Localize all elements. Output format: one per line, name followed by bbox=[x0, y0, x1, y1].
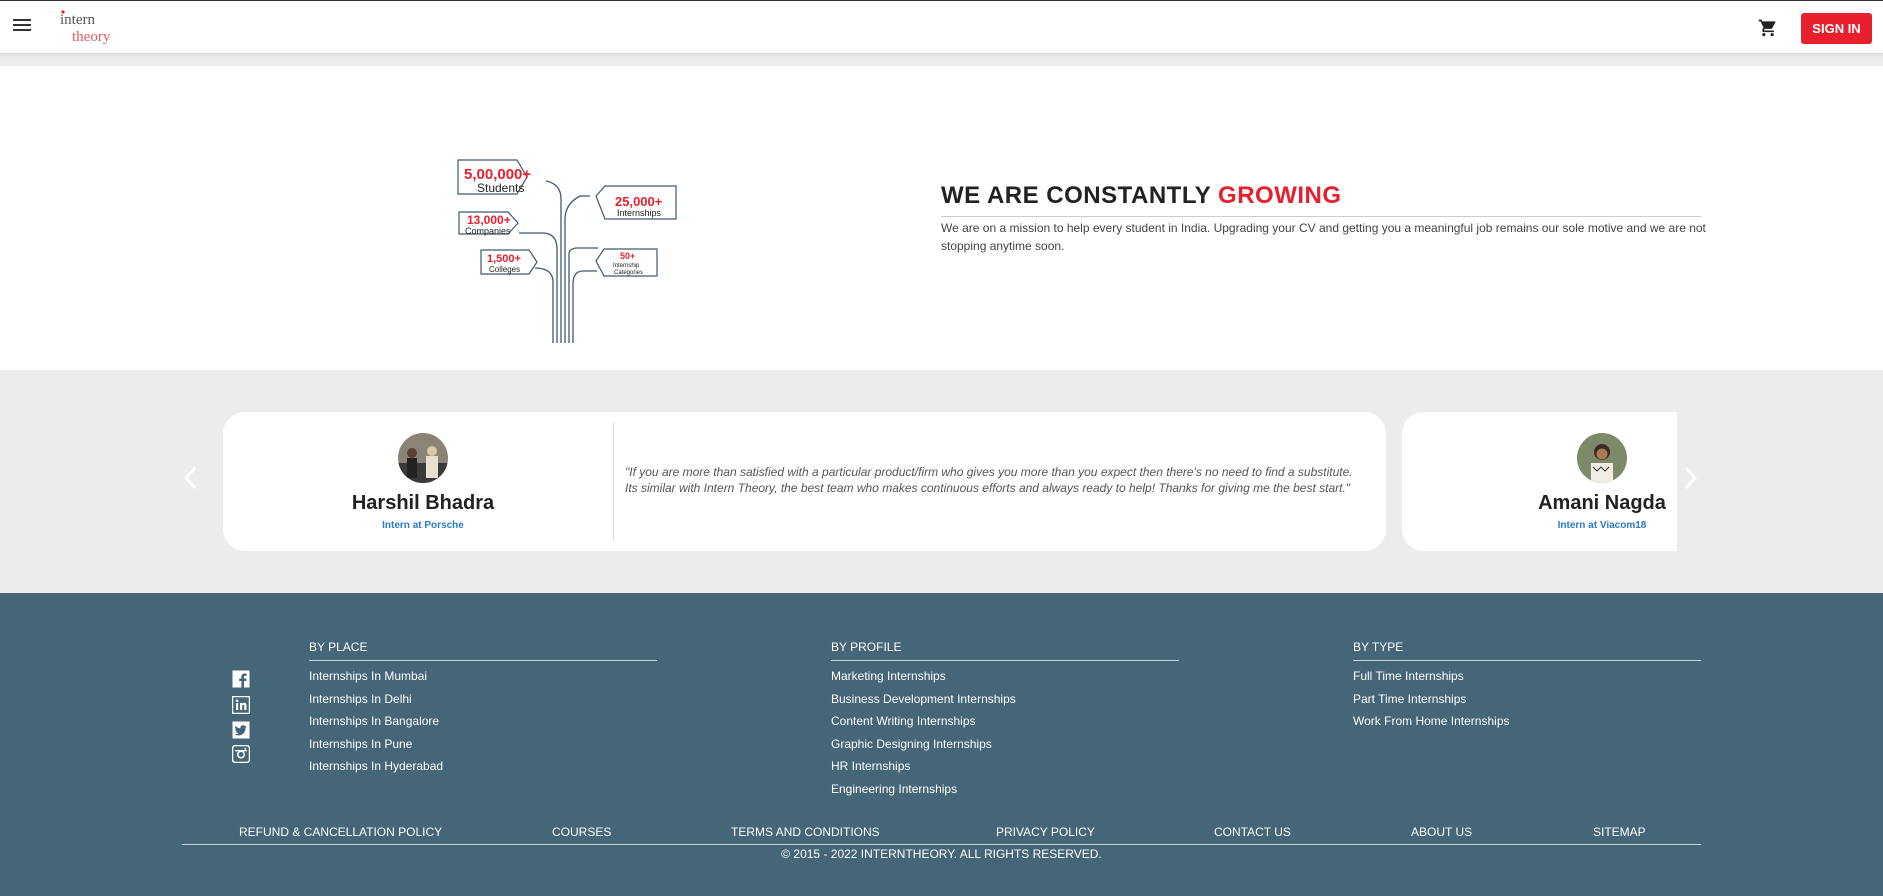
linkedin-icon[interactable] bbox=[232, 696, 250, 714]
avatar bbox=[1577, 433, 1627, 483]
contact-us-link[interactable]: CONTACT US bbox=[1214, 825, 1291, 839]
divider bbox=[613, 422, 614, 541]
sitemap-link[interactable]: SITEMAP bbox=[1593, 825, 1646, 839]
footer-column-profile: BY PROFILE Marketing Internships Busines… bbox=[831, 640, 1179, 800]
testimonial-card: Amani Nagda Intern at Viacom18 bbox=[1402, 412, 1677, 551]
chevron-left-icon[interactable] bbox=[180, 463, 200, 493]
stat-colleges-value: 1,500+ bbox=[487, 253, 521, 265]
footer-link[interactable]: Internships In Bangalore bbox=[309, 710, 657, 733]
stat-categories-label-2: Categories bbox=[614, 270, 643, 276]
chevron-right-icon[interactable] bbox=[1681, 463, 1701, 493]
column-title: BY PLACE bbox=[309, 640, 657, 661]
site-footer: BY PLACE Internships In Mumbai Internshi… bbox=[0, 593, 1883, 896]
testimonial-card: Harshil Bhadra Intern at Porsche "If you… bbox=[223, 412, 1386, 551]
growth-description: We are on a mission to help every studen… bbox=[941, 221, 1706, 253]
logo-text-bottom: theory bbox=[72, 29, 111, 45]
stat-categories-label: Internship bbox=[613, 263, 640, 269]
footer-link[interactable]: Internships In Mumbai bbox=[309, 665, 657, 688]
footer-link[interactable]: Business Development Internships bbox=[831, 688, 1179, 711]
stat-internships-value: 25,000+ bbox=[615, 194, 663, 209]
growth-title: WE ARE CONSTANTLY GROWING bbox=[941, 182, 1701, 217]
copyright: © 2015 - 2022 INTERNTHEORY. ALL RIGHTS R… bbox=[781, 847, 1102, 861]
stat-internships-label: Internships bbox=[617, 208, 662, 218]
logo-text-top: intern bbox=[60, 12, 95, 28]
footer-column-place: BY PLACE Internships In Mumbai Internshi… bbox=[309, 640, 657, 778]
testimonial-quote: "If you are more than satisfied with a p… bbox=[625, 465, 1353, 495]
growth-title-main: WE ARE CONSTANTLY bbox=[941, 182, 1211, 209]
footer-link[interactable]: Graphic Designing Internships bbox=[831, 733, 1179, 756]
growth-section: 5,00,000+ Students 13,000+ Companies 1,5… bbox=[0, 66, 1883, 370]
growth-title-highlight: GROWING bbox=[1218, 182, 1342, 209]
testimonial-name: Amani Nagda bbox=[1538, 492, 1666, 514]
footer-link[interactable]: Work From Home Internships bbox=[1353, 710, 1701, 733]
facebook-icon[interactable] bbox=[232, 670, 250, 688]
footer-link[interactable]: Full Time Internships bbox=[1353, 665, 1701, 688]
testimonial-role: Intern at Porsche bbox=[382, 520, 464, 531]
stat-students-label: Students bbox=[477, 181, 524, 195]
site-header: intern theory SIGN IN bbox=[0, 0, 1883, 54]
privacy-policy-link[interactable]: PRIVACY POLICY bbox=[996, 825, 1095, 839]
footer-link[interactable]: Part Time Internships bbox=[1353, 688, 1701, 711]
footer-link[interactable]: Internships In Pune bbox=[309, 733, 657, 756]
hamburger-menu-icon[interactable] bbox=[13, 19, 31, 33]
footer-link[interactable]: Internships In Hyderabad bbox=[309, 755, 657, 778]
testimonial-name: Harshil Bhadra bbox=[351, 492, 495, 514]
footer-column-type: BY TYPE Full Time Internships Part Time … bbox=[1353, 640, 1701, 733]
growth-infographic: 5,00,000+ Students 13,000+ Companies 1,5… bbox=[457, 159, 677, 343]
cart-icon[interactable] bbox=[1758, 18, 1778, 38]
stat-colleges-label: Colleges bbox=[489, 265, 520, 274]
stat-companies-value: 13,000+ bbox=[467, 213, 511, 227]
refund-policy-link[interactable]: REFUND & CANCELLATION POLICY bbox=[239, 825, 442, 839]
stat-companies-label: Companies bbox=[465, 226, 511, 236]
twitter-icon[interactable] bbox=[232, 721, 250, 739]
footer-link[interactable]: Content Writing Internships bbox=[831, 710, 1179, 733]
testimonial-role: Intern at Viacom18 bbox=[1557, 520, 1647, 531]
footer-link[interactable]: HR Internships bbox=[831, 755, 1179, 778]
footer-link[interactable]: Marketing Internships bbox=[831, 665, 1179, 688]
column-title: BY TYPE bbox=[1353, 640, 1701, 661]
courses-link[interactable]: COURSES bbox=[552, 825, 611, 839]
footer-link[interactable]: Internships In Delhi bbox=[309, 688, 657, 711]
instagram-icon[interactable] bbox=[232, 745, 250, 763]
testimonials-carousel: Harshil Bhadra Intern at Porsche "If you… bbox=[0, 370, 1883, 593]
terms-link[interactable]: TERMS AND CONDITIONS bbox=[731, 825, 880, 839]
about-us-link[interactable]: ABOUT US bbox=[1411, 825, 1472, 839]
sign-in-button[interactable]: SIGN IN bbox=[1801, 13, 1872, 44]
avatar bbox=[398, 433, 448, 483]
column-title: BY PROFILE bbox=[831, 640, 1179, 661]
stat-categories-value: 50+ bbox=[620, 251, 635, 261]
logo[interactable]: intern theory bbox=[58, 9, 128, 45]
footer-bottom-nav: REFUND & CANCELLATION POLICY COURSES TER… bbox=[182, 825, 1701, 845]
footer-link[interactable]: Engineering Internships bbox=[831, 778, 1179, 801]
